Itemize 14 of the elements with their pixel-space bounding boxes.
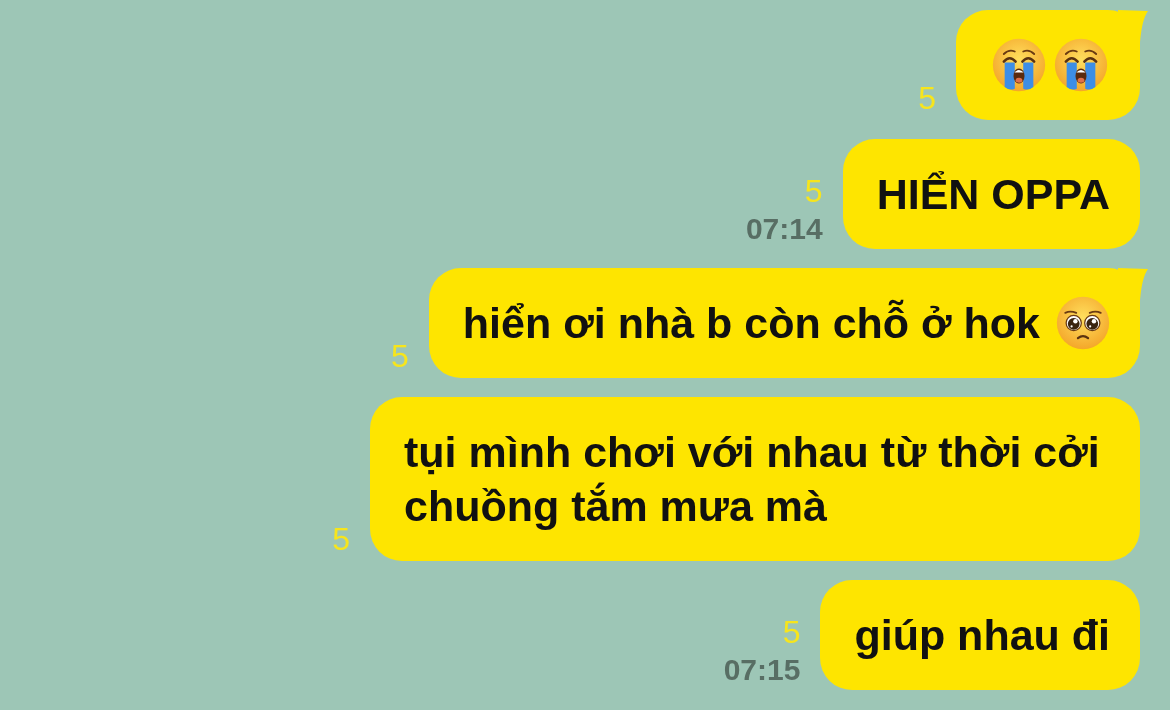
message-text: HIỂN OPPA	[876, 169, 1110, 220]
unread-count: 5	[804, 172, 823, 211]
timestamp: 07:14	[745, 211, 823, 247]
unread-count: 5	[782, 613, 801, 652]
unread-count: 5	[391, 337, 409, 376]
timestamp: 07:15	[723, 652, 801, 688]
crying-face-icon	[1054, 38, 1108, 92]
message-text: hiển ơi nhà b còn chỗ ở hok	[462, 298, 1040, 349]
crying-face-icon	[992, 38, 1046, 92]
message-text: giúp nhau đi	[854, 610, 1110, 661]
message-text: tụi mình chơi với nhau từ thời cởi chuồng tắm mưa mà	[404, 427, 1101, 532]
pleading-face-icon	[1056, 296, 1110, 350]
unread-count: 5	[918, 79, 936, 118]
unread-count: 5	[332, 520, 350, 559]
